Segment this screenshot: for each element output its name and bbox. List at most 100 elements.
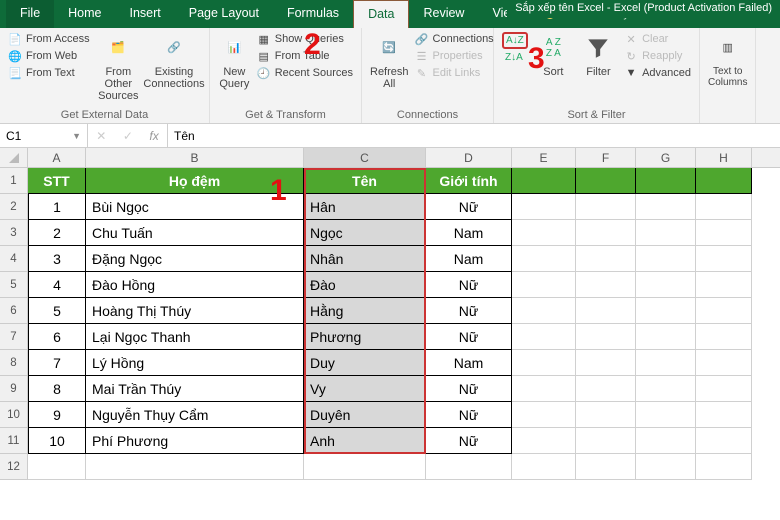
cell-C8[interactable]: Duy [304, 350, 426, 376]
cell-G6[interactable] [636, 298, 696, 324]
cell-H11[interactable] [696, 428, 752, 454]
cell-E7[interactable] [512, 324, 576, 350]
properties-button[interactable]: ☰Properties [415, 49, 494, 63]
cell-A3[interactable]: 2 [28, 220, 86, 246]
cell-H5[interactable] [696, 272, 752, 298]
filter-button[interactable]: Filter [579, 32, 618, 78]
cell-B12[interactable] [86, 454, 304, 480]
cell-H4[interactable] [696, 246, 752, 272]
col-header-F[interactable]: F [576, 148, 636, 167]
cell-D3[interactable]: Nam [426, 220, 512, 246]
cell-F10[interactable] [576, 402, 636, 428]
cell-C12[interactable] [304, 454, 426, 480]
cell-H3[interactable] [696, 220, 752, 246]
cell-B3[interactable]: Chu Tuấn [86, 220, 304, 246]
cell-E3[interactable] [512, 220, 576, 246]
cell-H10[interactable] [696, 402, 752, 428]
cell-H9[interactable] [696, 376, 752, 402]
cancel-icon[interactable]: ✕ [96, 129, 106, 143]
col-header-G[interactable]: G [636, 148, 696, 167]
tab-home[interactable]: Home [54, 0, 115, 28]
clear-button[interactable]: ✕Clear [624, 32, 691, 46]
cell-A10[interactable]: 9 [28, 402, 86, 428]
cell-H12[interactable] [696, 454, 752, 480]
cell-C10[interactable]: Duyên [304, 402, 426, 428]
cell-C3[interactable]: Ngọc [304, 220, 426, 246]
sort-az-button[interactable]: A↓Z [502, 32, 528, 49]
cell-F8[interactable] [576, 350, 636, 376]
cell-C4[interactable]: Nhân [304, 246, 426, 272]
existing-connections-button[interactable]: 🔗Existing Connections [147, 32, 201, 90]
cell-G10[interactable] [636, 402, 696, 428]
cell-F7[interactable] [576, 324, 636, 350]
cell-D6[interactable]: Nữ [426, 298, 512, 324]
reapply-button[interactable]: ↻Reapply [624, 49, 691, 63]
row-header-4[interactable]: 4 [0, 246, 28, 272]
row-header-6[interactable]: 6 [0, 298, 28, 324]
cell-E11[interactable] [512, 428, 576, 454]
cell-E1[interactable] [512, 168, 576, 194]
cell-C9[interactable]: Vy [304, 376, 426, 402]
new-query-button[interactable]: 📊New Query [218, 32, 251, 90]
cell-B8[interactable]: Lý Hồng [86, 350, 304, 376]
cell-G11[interactable] [636, 428, 696, 454]
cell-E9[interactable] [512, 376, 576, 402]
from-access-button[interactable]: 📄From Access [8, 32, 90, 46]
cell-H8[interactable] [696, 350, 752, 376]
cell-E5[interactable] [512, 272, 576, 298]
row-header-5[interactable]: 5 [0, 272, 28, 298]
cell-A5[interactable]: 4 [28, 272, 86, 298]
cell-D4[interactable]: Nam [426, 246, 512, 272]
cell-A6[interactable]: 5 [28, 298, 86, 324]
select-all-button[interactable] [0, 148, 28, 167]
cell-D5[interactable]: Nữ [426, 272, 512, 298]
refresh-all-button[interactable]: 🔄Refresh All [370, 32, 409, 90]
cell-F9[interactable] [576, 376, 636, 402]
cell-C7[interactable]: Phương [304, 324, 426, 350]
cell-D7[interactable]: Nữ [426, 324, 512, 350]
from-web-button[interactable]: 🌐From Web [8, 49, 90, 63]
row-header-9[interactable]: 9 [0, 376, 28, 402]
connections-button[interactable]: 🔗Connections [415, 32, 494, 46]
cell-B6[interactable]: Hoàng Thị Thúy [86, 298, 304, 324]
cell-B11[interactable]: Phí Phương [86, 428, 304, 454]
tab-review[interactable]: Review [409, 0, 478, 28]
enter-icon[interactable]: ✓ [123, 129, 133, 143]
cell-D10[interactable]: Nữ [426, 402, 512, 428]
formula-input[interactable]: Tên [168, 124, 780, 147]
cell-H2[interactable] [696, 194, 752, 220]
cell-A2[interactable]: 1 [28, 194, 86, 220]
cell-F6[interactable] [576, 298, 636, 324]
cell-G2[interactable] [636, 194, 696, 220]
cell-F11[interactable] [576, 428, 636, 454]
col-header-D[interactable]: D [426, 148, 512, 167]
col-header-H[interactable]: H [696, 148, 752, 167]
cell-H6[interactable] [696, 298, 752, 324]
edit-links-button[interactable]: ✎Edit Links [415, 66, 494, 80]
cell-F3[interactable] [576, 220, 636, 246]
row-header-11[interactable]: 11 [0, 428, 28, 454]
cell-G4[interactable] [636, 246, 696, 272]
show-queries-button[interactable]: ▦Show Queries [257, 32, 353, 46]
name-box[interactable]: C1▼ [0, 124, 88, 147]
tab-data[interactable]: Data [353, 0, 409, 28]
row-header-2[interactable]: 2 [0, 194, 28, 220]
cell-B4[interactable]: Đặng Ngọc [86, 246, 304, 272]
from-other-sources-button[interactable]: 🗂️From Other Sources [96, 32, 141, 102]
cell-F1[interactable] [576, 168, 636, 194]
cell-E10[interactable] [512, 402, 576, 428]
cell-D9[interactable]: Nữ [426, 376, 512, 402]
cell-F5[interactable] [576, 272, 636, 298]
cell-A11[interactable]: 10 [28, 428, 86, 454]
cell-B2[interactable]: Bùi Ngọc [86, 194, 304, 220]
sort-za-button[interactable]: Z↓A [502, 51, 528, 64]
cell-C1[interactable]: Tên [304, 168, 426, 194]
cell-E6[interactable] [512, 298, 576, 324]
cell-A7[interactable]: 6 [28, 324, 86, 350]
from-table-button[interactable]: ▤From Table [257, 49, 353, 63]
row-header-7[interactable]: 7 [0, 324, 28, 350]
cell-G5[interactable] [636, 272, 696, 298]
cell-B5[interactable]: Đào Hồng [86, 272, 304, 298]
cell-A12[interactable] [28, 454, 86, 480]
from-text-button[interactable]: 📃From Text [8, 66, 90, 80]
